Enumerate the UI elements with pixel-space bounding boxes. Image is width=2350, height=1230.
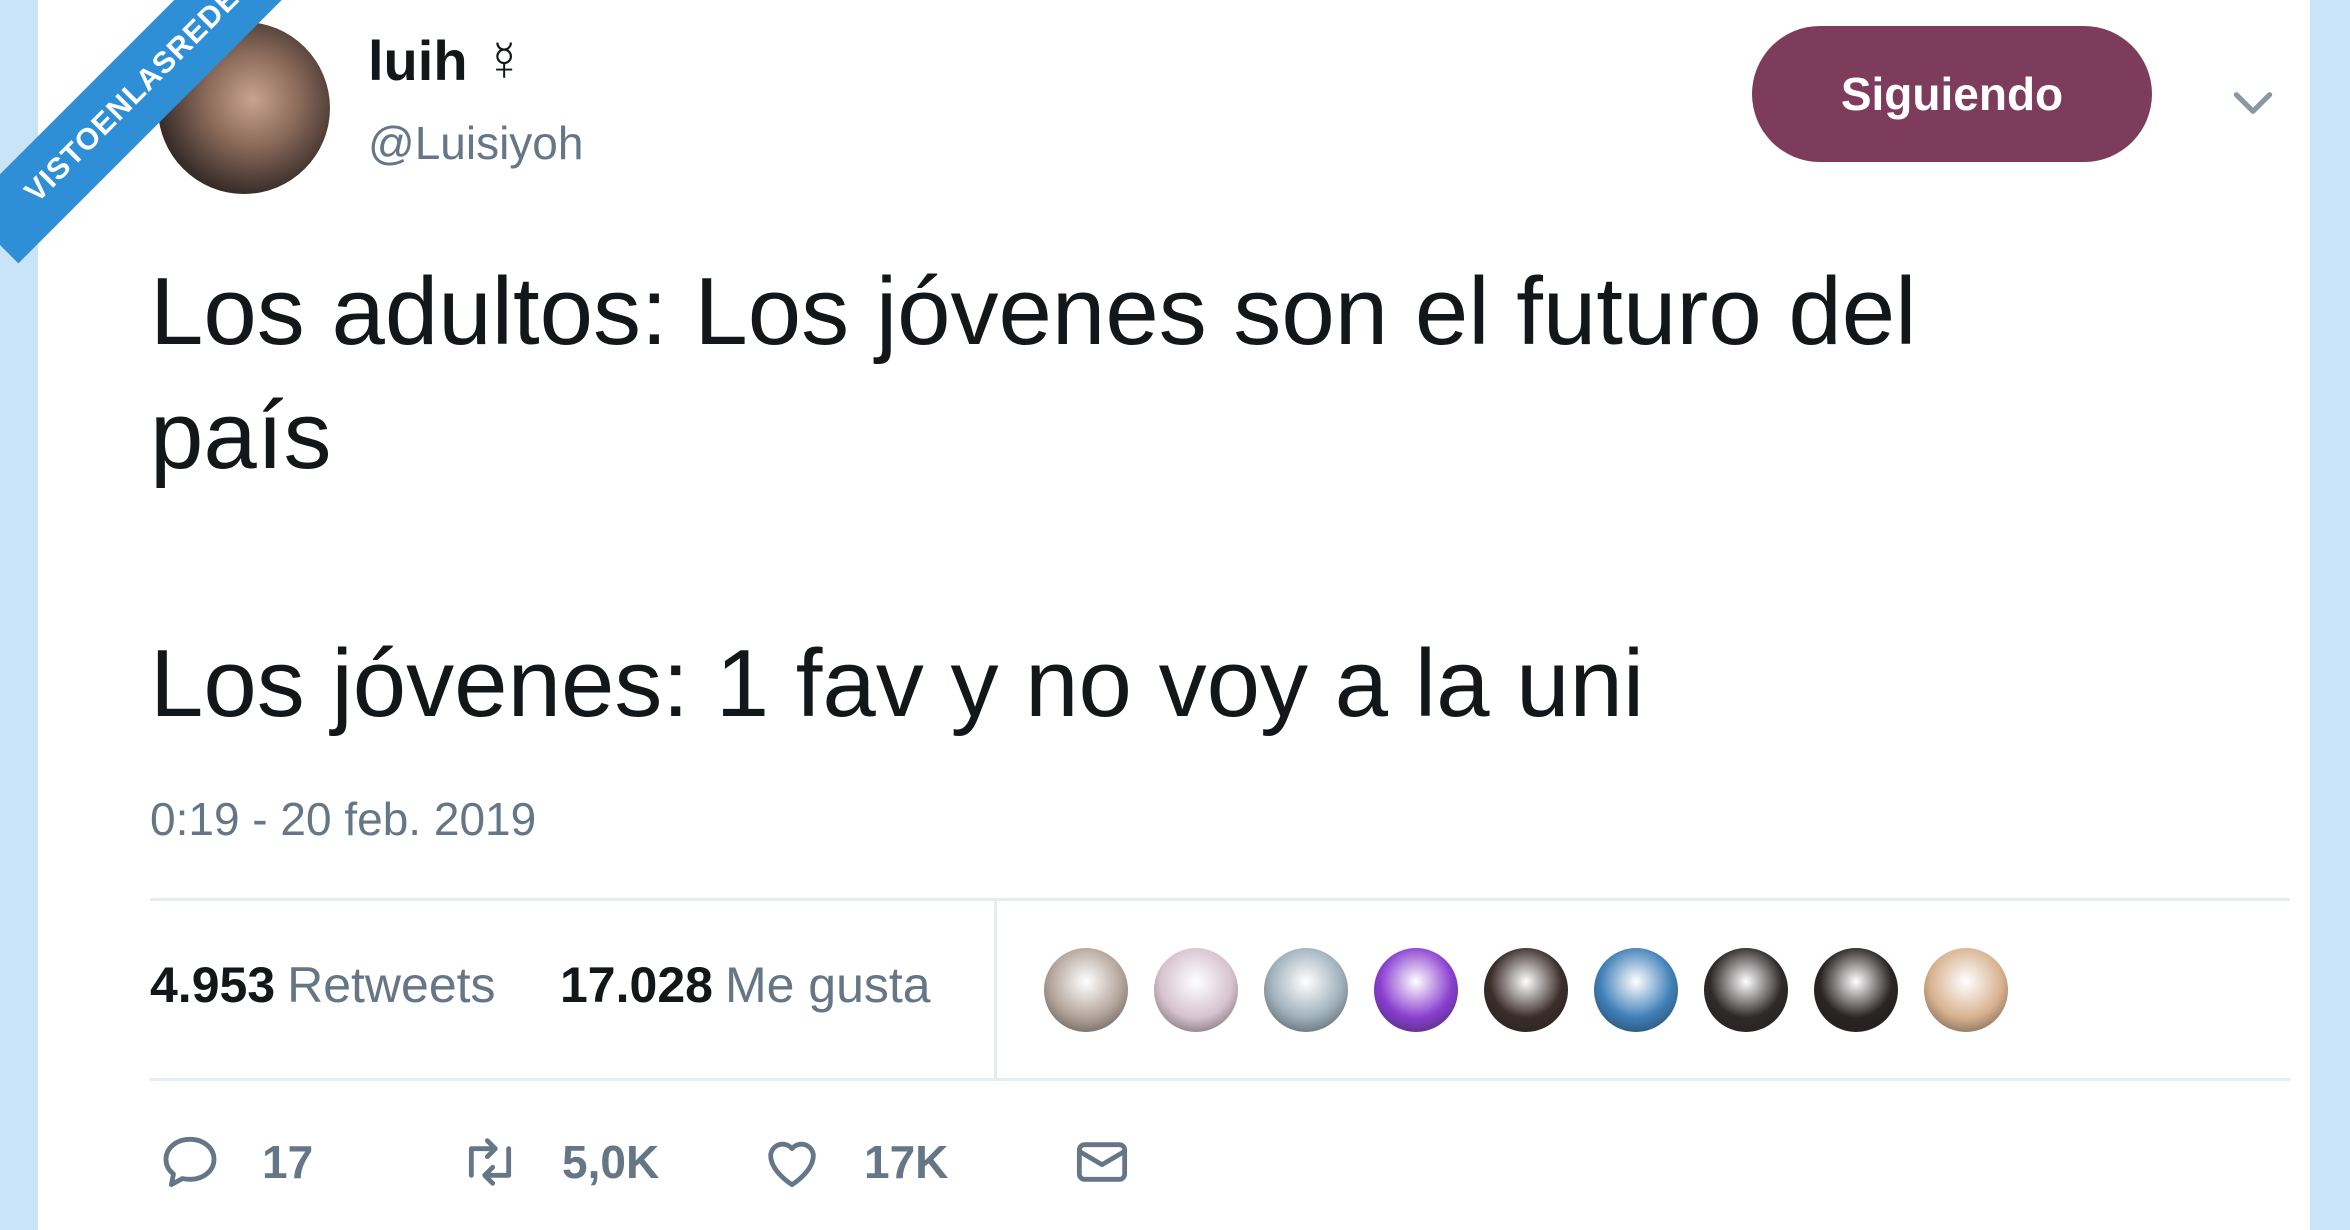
divider-bottom — [150, 1078, 2290, 1081]
like-action[interactable]: 17K — [760, 1130, 948, 1194]
divider-top — [150, 898, 2290, 901]
liker-avatar[interactable] — [1920, 944, 2012, 1036]
likes-label: Me gusta — [724, 957, 931, 1013]
like-count: 17K — [864, 1136, 949, 1188]
retweet-action[interactable]: 5,0K — [458, 1130, 659, 1194]
reply-count: 17 — [262, 1136, 314, 1188]
liker-avatar[interactable] — [1480, 944, 1572, 1036]
liker-avatar[interactable] — [1810, 944, 1902, 1036]
stats-divider — [994, 900, 997, 1080]
reply-icon — [163, 1136, 217, 1188]
tweet-card: luih ☿ @Luisiyoh Siguiendo Los adultos: … — [38, 0, 2310, 1230]
liker-avatar[interactable] — [1040, 944, 1132, 1036]
reply-action[interactable]: 17 — [158, 1130, 313, 1194]
retweets-stat[interactable]: 4.953 Retweets — [150, 956, 496, 1014]
liker-avatar[interactable] — [1700, 944, 1792, 1036]
following-button[interactable]: Siguiendo — [1752, 26, 2152, 162]
liker-avatar[interactable] — [1150, 944, 1242, 1036]
likes-stat[interactable]: 17.028 Me gusta — [560, 956, 931, 1014]
retweet-icon — [468, 1138, 512, 1186]
like-icon — [768, 1141, 816, 1188]
retweets-label: Retweets — [287, 957, 496, 1013]
message-action[interactable] — [1070, 1130, 1134, 1194]
retweets-count: 4.953 — [150, 957, 276, 1013]
retweet-count: 5,0K — [562, 1136, 660, 1188]
tweet-text: Los adultos: Los jóvenes son el futuro d… — [150, 258, 1917, 737]
liker-avatar[interactable] — [1260, 944, 1352, 1036]
liker-avatar[interactable] — [1590, 944, 1682, 1036]
author-handle[interactable]: @Luisiyoh — [368, 116, 583, 170]
liker-avatar[interactable] — [1370, 944, 1462, 1036]
likes-count: 17.028 — [560, 957, 713, 1013]
author-name[interactable]: luih ☿ — [368, 28, 525, 93]
chevron-down-icon[interactable] — [2228, 78, 2278, 128]
tweet-timestamp[interactable]: 0:19 - 20 feb. 2019 — [150, 792, 536, 846]
message-icon — [1076, 1142, 1128, 1182]
